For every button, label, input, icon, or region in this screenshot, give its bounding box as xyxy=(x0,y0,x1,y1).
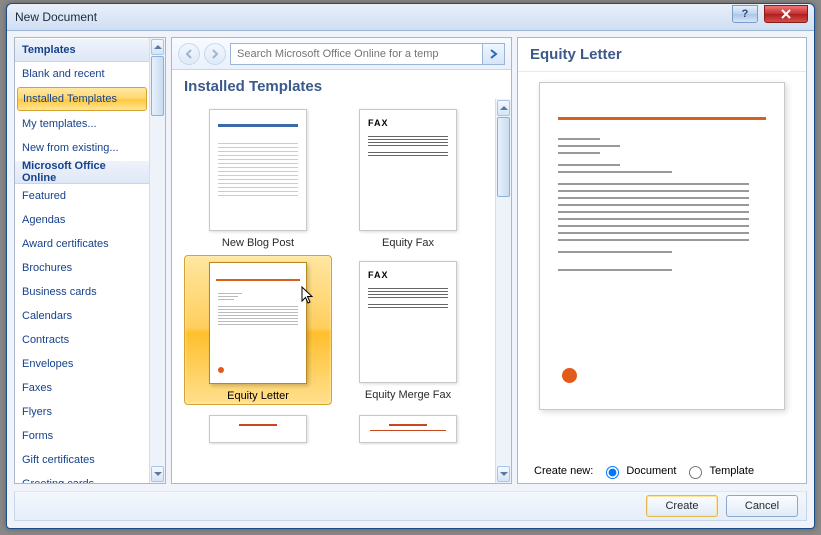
sidebar-header-templates: Templates xyxy=(15,38,149,62)
template-item-equity-fax[interactable]: FAX Equity Fax xyxy=(334,103,482,251)
fax-label: FAX xyxy=(368,270,389,280)
sidebar-item-new-from-existing[interactable]: New from existing... xyxy=(15,136,149,160)
arrow-left-icon xyxy=(183,48,195,60)
titlebar[interactable]: New Document ? xyxy=(7,4,814,31)
gallery: New Blog Post FAX Equity Fax xyxy=(172,99,511,483)
sidebar-item-featured[interactable]: Featured xyxy=(15,184,149,208)
sidebar-item-installed-templates[interactable]: Installed Templates xyxy=(17,87,147,111)
create-new-label: Create new: xyxy=(534,465,593,477)
arrow-right-icon xyxy=(488,48,500,60)
template-item-equity-letter[interactable]: Equity Letter xyxy=(184,255,332,405)
sidebar-item-gift-certificates[interactable]: Gift certificates xyxy=(15,448,149,472)
nav-forward-button[interactable] xyxy=(204,43,226,65)
arrow-right-icon xyxy=(209,48,221,60)
template-label: Equity Letter xyxy=(227,390,289,402)
window-title: New Document xyxy=(15,10,97,24)
sidebar-item-contracts[interactable]: Contracts xyxy=(15,328,149,352)
template-item-equity-merge-fax[interactable]: FAX Equity Merge Fax xyxy=(334,255,482,405)
sidebar-item-calendars[interactable]: Calendars xyxy=(15,304,149,328)
cancel-button[interactable]: Cancel xyxy=(726,495,798,517)
template-thumbnail: FAX xyxy=(359,261,457,383)
radio-document[interactable]: Document xyxy=(601,463,676,479)
sidebar-item-business-cards[interactable]: Business cards xyxy=(15,280,149,304)
sidebar-item-faxes[interactable]: Faxes xyxy=(15,376,149,400)
sidebar-item-award-certificates[interactable]: Award certificates xyxy=(15,232,149,256)
preview-page xyxy=(539,82,785,410)
radio-document-input[interactable] xyxy=(606,466,619,479)
chevron-down-icon xyxy=(154,472,162,476)
search-go-button[interactable] xyxy=(482,44,504,64)
template-label: New Blog Post xyxy=(222,237,294,249)
sidebar-item-flyers[interactable]: Flyers xyxy=(15,400,149,424)
close-button[interactable] xyxy=(764,5,808,23)
sidebar-header-office-online: Microsoft Office Online xyxy=(15,160,149,184)
template-thumbnail xyxy=(209,109,307,231)
new-document-dialog: New Document ? Templates Blank and recen… xyxy=(6,3,815,529)
template-thumbnail xyxy=(359,415,457,443)
help-button[interactable]: ? xyxy=(732,5,758,23)
dialog-footer: Create Cancel xyxy=(14,491,807,521)
fax-label: FAX xyxy=(368,118,389,128)
template-item-partial[interactable] xyxy=(184,409,332,445)
scroll-up-button[interactable] xyxy=(497,100,510,116)
sidebar-item-greeting-cards[interactable]: Greeting cards xyxy=(15,472,149,484)
sidebar-scrollbar[interactable] xyxy=(149,38,165,483)
scrollbar-thumb[interactable] xyxy=(151,56,164,116)
scrollbar-thumb[interactable] xyxy=(497,117,510,197)
chevron-up-icon xyxy=(500,106,508,110)
chevron-down-icon xyxy=(500,472,508,476)
sidebar-item-my-templates[interactable]: My templates... xyxy=(15,112,149,136)
category-sidebar: Templates Blank and recent Installed Tem… xyxy=(14,37,166,484)
create-new-row: Create new: Document Template xyxy=(518,455,806,483)
sidebar-item-blank[interactable]: Blank and recent xyxy=(15,62,149,86)
search-input[interactable] xyxy=(231,44,482,64)
gallery-title: Installed Templates xyxy=(172,70,511,99)
template-item-partial[interactable] xyxy=(334,409,482,445)
template-item-new-blog-post[interactable]: New Blog Post xyxy=(184,103,332,251)
search-box xyxy=(230,43,505,65)
gallery-toolbar xyxy=(172,38,511,70)
sidebar-item-agendas[interactable]: Agendas xyxy=(15,208,149,232)
nav-back-button[interactable] xyxy=(178,43,200,65)
radio-template[interactable]: Template xyxy=(684,463,754,479)
sidebar-item-brochures[interactable]: Brochures xyxy=(15,256,149,280)
sidebar-item-forms[interactable]: Forms xyxy=(15,424,149,448)
template-label: Equity Merge Fax xyxy=(365,389,451,401)
help-icon: ? xyxy=(742,8,749,20)
scroll-down-button[interactable] xyxy=(497,466,510,482)
template-thumbnail: FAX xyxy=(359,109,457,231)
template-thumbnail xyxy=(209,262,307,384)
sidebar-list: Templates Blank and recent Installed Tem… xyxy=(15,38,149,483)
radio-template-input[interactable] xyxy=(689,466,702,479)
gallery-scrollbar[interactable] xyxy=(495,99,511,483)
template-gallery-panel: Installed Templates New Blog Post xyxy=(171,37,512,484)
template-label: Equity Fax xyxy=(382,237,434,249)
close-icon xyxy=(781,9,791,19)
chevron-up-icon xyxy=(154,45,162,49)
preview-panel: Equity Letter Crea xyxy=(517,37,807,484)
scroll-down-button[interactable] xyxy=(151,466,164,482)
sidebar-item-envelopes[interactable]: Envelopes xyxy=(15,352,149,376)
scroll-up-button[interactable] xyxy=(151,39,164,55)
create-button[interactable]: Create xyxy=(646,495,718,517)
preview-title: Equity Letter xyxy=(518,38,806,72)
template-thumbnail xyxy=(209,415,307,443)
